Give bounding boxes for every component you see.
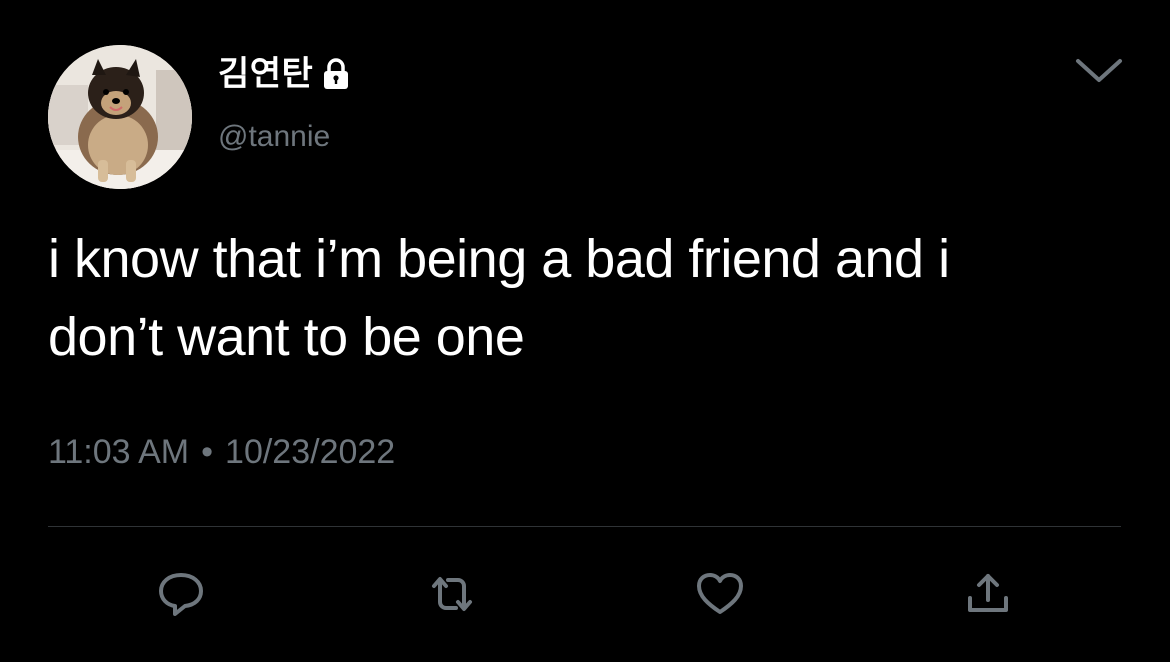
tweet-text: i know that i’m being a bad friend and i… xyxy=(48,220,1138,376)
share-button[interactable] xyxy=(960,566,1016,622)
reply-button[interactable] xyxy=(153,566,209,622)
tweet-date: 10/23/2022 xyxy=(225,433,396,471)
avatar[interactable] xyxy=(48,45,192,189)
tweet-time: 11:03 AM xyxy=(48,433,190,471)
tweet-text-line-2: don’t want to be one xyxy=(48,307,525,367)
lock-icon xyxy=(319,57,353,91)
tweet-text-line-1: i know that i’m being a bad friend and i xyxy=(48,229,950,289)
like-button[interactable] xyxy=(692,566,748,622)
retweet-icon xyxy=(432,577,472,611)
tweet-timestamp[interactable]: 11:03 AM • 10/23/2022 xyxy=(48,428,395,476)
share-icon xyxy=(968,574,1008,612)
meta-separator: • xyxy=(201,433,214,471)
display-name[interactable]: 김연탄 xyxy=(218,52,313,96)
dog-avatar-icon xyxy=(48,45,192,189)
chevron-down-icon[interactable] xyxy=(1074,56,1124,86)
user-handle[interactable]: @tannie xyxy=(218,117,330,157)
user-name-row: 김연탄 xyxy=(218,52,353,96)
reply-icon xyxy=(159,573,203,616)
tweet-card: 김연탄 @tannie i know that i’m being a bad … xyxy=(0,0,1170,662)
heart-icon xyxy=(697,573,743,614)
retweet-button[interactable] xyxy=(424,566,480,622)
divider xyxy=(48,526,1121,527)
